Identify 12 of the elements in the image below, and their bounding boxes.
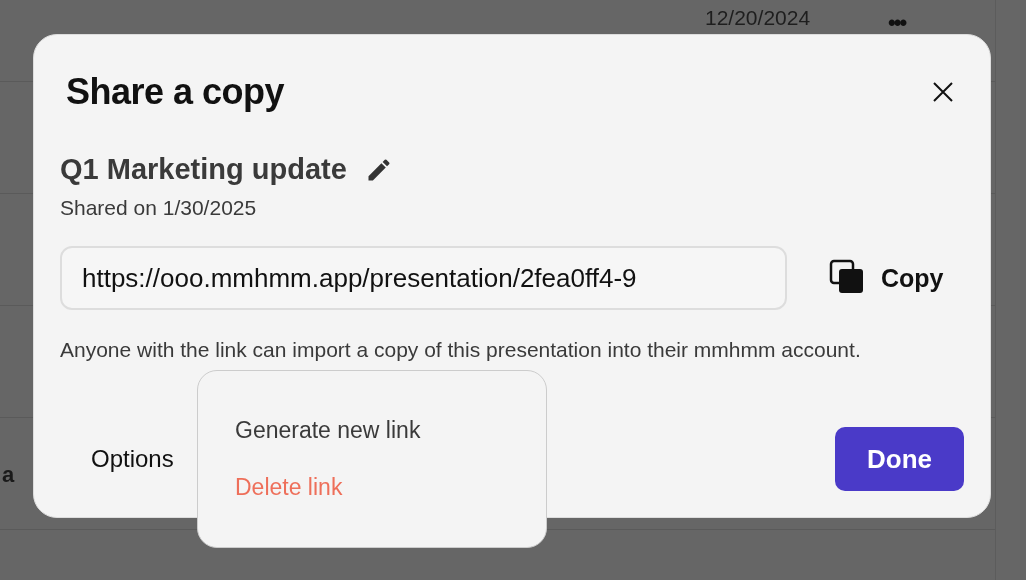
options-button[interactable]: Options	[60, 445, 174, 473]
done-button[interactable]: Done	[835, 427, 964, 491]
share-note: Anyone with the link can import a copy of this presentation into their mmhmm account.	[60, 337, 862, 363]
document-name: Q1 Marketing update	[60, 153, 347, 186]
link-field[interactable]: https://ooo.mmhmm.app/presentation/2fea0ff4-9	[60, 246, 787, 310]
copy-button[interactable]: Copy	[829, 259, 944, 297]
row-date: 12/20/2024	[705, 6, 811, 30]
dialog-title: Share a copy	[66, 71, 285, 113]
row-title: a	[2, 462, 15, 488]
shared-date: Shared on 1/30/2025	[60, 196, 257, 220]
menu-item[interactable]: Generate new link	[235, 417, 421, 444]
close-icon[interactable]	[932, 81, 954, 103]
